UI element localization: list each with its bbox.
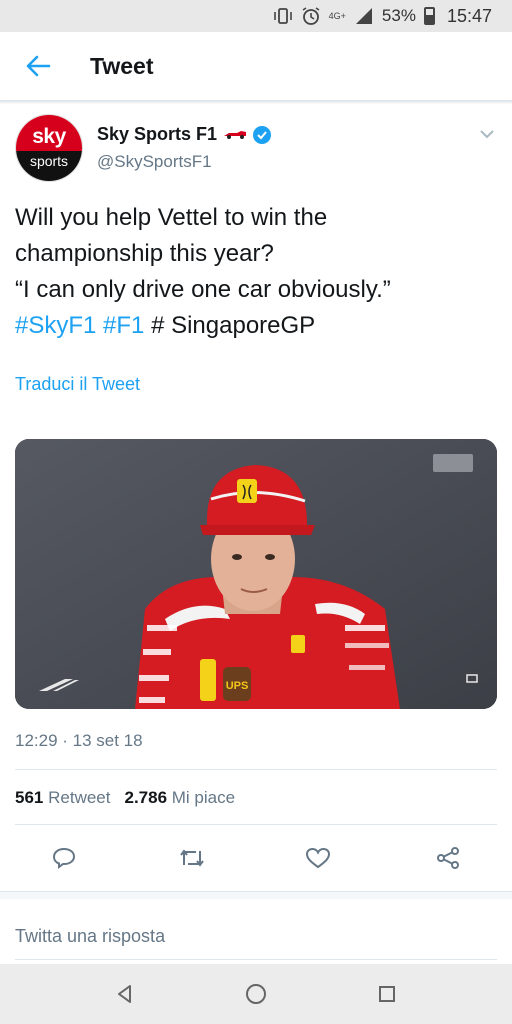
alarm-icon [301, 6, 321, 26]
battery-percent: 53% [381, 6, 416, 25]
triangle-back-icon [118, 985, 132, 1003]
divider [15, 824, 497, 825]
reply-input[interactable]: Twitta una risposta [15, 914, 497, 960]
like-stat[interactable]: 2.786 Mi piace [124, 788, 235, 808]
retweet-stat[interactable]: 561 Retweet [15, 788, 110, 808]
driver-photo: UPS [15, 439, 497, 709]
hashtag-skyf1[interactable]: #SkyF1 [15, 312, 96, 339]
back-button[interactable] [0, 31, 76, 101]
reply-list-peek [0, 891, 512, 899]
retweet-count: 561 [15, 788, 44, 807]
app-header: Tweet [0, 32, 512, 102]
retweet-button[interactable] [172, 838, 212, 878]
nav-recents-button[interactable] [367, 974, 407, 1014]
tweet-text-line: championship this year? [15, 240, 274, 267]
like-label: Mi piace [171, 788, 236, 807]
like-button[interactable] [298, 838, 338, 878]
clock: 15:47 [446, 5, 492, 26]
divider [15, 769, 497, 770]
retweet-label: Retweet [48, 788, 111, 807]
tweet-stats: 561 Retweet 2.786 Mi piace [15, 788, 235, 808]
status-bar: 4G+ 53% 15:47 [0, 0, 512, 32]
avatar[interactable]: sky sports [15, 114, 83, 182]
nav-home-button[interactable] [236, 974, 276, 1014]
chevron-down-icon [480, 130, 494, 139]
arrow-left-icon [26, 55, 51, 77]
tweet-text-line: Will you help Vettel to win the [15, 204, 328, 231]
heart-icon [305, 847, 331, 869]
signal-icon [354, 7, 374, 25]
vibrate-icon [273, 7, 293, 25]
retweet-icon [180, 849, 204, 867]
page-title: Tweet [90, 52, 154, 79]
avatar-logo-top: sky [16, 115, 82, 151]
tweet-text-tail: # SingaporeGP [151, 312, 316, 339]
share-button[interactable] [428, 838, 468, 878]
square-recents-icon [378, 986, 395, 1002]
nav-back-button[interactable] [105, 974, 145, 1014]
reply-icon [52, 847, 76, 869]
tweet-menu-button[interactable] [477, 124, 497, 144]
race-car-emoji-icon [223, 127, 247, 142]
tweet-actions [0, 838, 512, 878]
reply-button[interactable] [44, 838, 84, 878]
circle-home-icon [245, 984, 266, 1004]
tweet-author: sky sports Sky Sports F1 @SkySportsF1 [15, 114, 497, 184]
author-name: Sky Sports F1 [97, 124, 218, 144]
tweet-text: Will you help Vettel to win the champion… [15, 200, 497, 344]
tweet-media-image[interactable]: UPS [15, 439, 497, 709]
verified-badge-icon [253, 125, 272, 144]
ups-logo-text: UPS [226, 680, 249, 692]
network-type: 4G+ [328, 10, 346, 21]
like-count: 2.786 [124, 788, 168, 807]
translate-link[interactable]: Traduci il Tweet [15, 374, 140, 395]
avatar-logo-bottom: sports [16, 150, 82, 181]
author-name-row[interactable]: Sky Sports F1 [97, 124, 272, 145]
tweet-hashtags: #SkyF1 #F1 # SingaporeGP [15, 308, 497, 344]
system-nav-bar [0, 964, 512, 1024]
tweet-timestamp: 12:29 · 13 set 18 [15, 731, 143, 750]
share-icon [437, 847, 459, 869]
author-handle[interactable]: @SkySportsF1 [97, 152, 212, 172]
tweet-text-line: “I can only drive one car obviously.” [15, 276, 391, 303]
hashtag-f1[interactable]: #F1 [103, 312, 144, 339]
battery-icon [423, 7, 435, 25]
